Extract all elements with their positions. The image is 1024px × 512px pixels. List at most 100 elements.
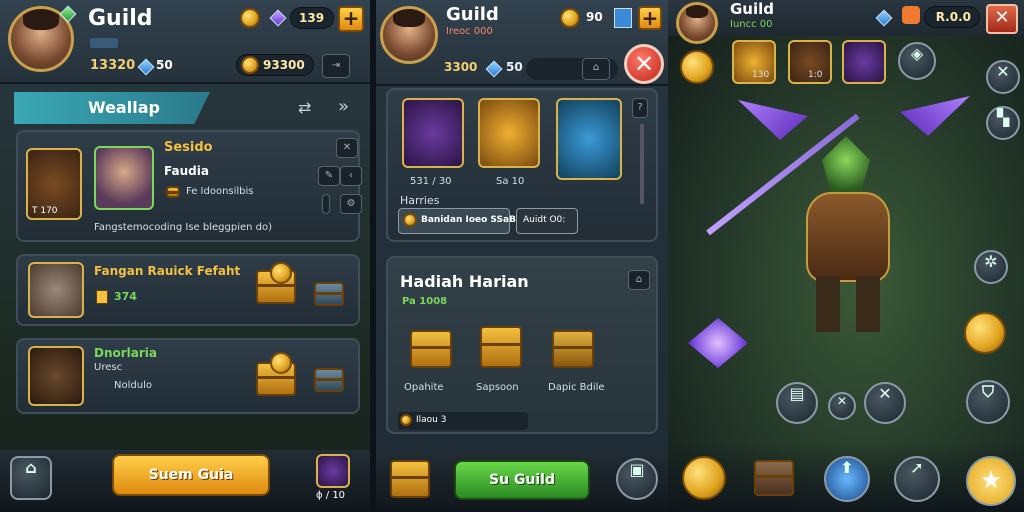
guild-panel-left: Guild 139 + 13320 50 93300 ⇥ Weallap ⇄ »… bbox=[0, 0, 370, 512]
coin-count: 90 bbox=[586, 10, 603, 24]
join-guild-button[interactable]: Su Guild bbox=[454, 460, 590, 500]
blue-chest-icon[interactable] bbox=[314, 368, 344, 392]
upgrade-icon[interactable]: ⬆ bbox=[824, 456, 870, 502]
level-bar bbox=[90, 38, 118, 48]
reward-row-1[interactable]: Fangan Rauick Fefaht 374 bbox=[16, 254, 360, 326]
treasure-chest-icon[interactable] bbox=[390, 460, 430, 498]
scroll-icon[interactable]: ▤ bbox=[776, 382, 818, 424]
bottom-bar: Su Guild ▣ bbox=[376, 450, 668, 512]
chest-icon bbox=[166, 186, 180, 198]
add-currency-button[interactable]: + bbox=[338, 6, 364, 32]
item-chest-icon[interactable] bbox=[28, 262, 84, 318]
portrait-level: T 170 bbox=[32, 206, 58, 216]
guild-panel-center: Guild Ireoc 000 90 + 3300 50 ⌂ ✕ 531 / 3… bbox=[376, 0, 668, 512]
page-title: Guild bbox=[730, 0, 775, 18]
progress-bar: Ilaou 3 bbox=[398, 412, 528, 430]
rune-slot-icon[interactable]: ◈ bbox=[898, 42, 936, 80]
item-slot-2[interactable] bbox=[478, 98, 540, 168]
primary-action-label: Banidan Ioeo SSaB bbox=[421, 215, 516, 225]
crossed-swords-icon[interactable]: ✕ bbox=[864, 382, 906, 424]
gold-coin-icon[interactable] bbox=[964, 312, 1006, 354]
item-slot-3[interactable] bbox=[556, 98, 622, 180]
weapon-item-icon[interactable] bbox=[28, 346, 84, 406]
close-card-icon[interactable]: ✕ bbox=[336, 138, 358, 158]
currency-counter: R.0.0 bbox=[924, 6, 980, 28]
filter-icon[interactable]: ⌂ bbox=[582, 58, 610, 80]
gold-coin-icon[interactable] bbox=[680, 50, 714, 84]
reward-value-2: Noldulo bbox=[114, 380, 152, 391]
item-slot-1[interactable] bbox=[402, 98, 464, 168]
player-avatar[interactable] bbox=[676, 2, 718, 44]
sort-icon[interactable]: ⇄ bbox=[298, 98, 311, 117]
cross-icon[interactable]: ✕ bbox=[828, 392, 856, 420]
hero-leg-left bbox=[816, 276, 840, 332]
hero-leg-right bbox=[856, 276, 880, 332]
gear-icon[interactable]: ✲ bbox=[974, 250, 1008, 284]
gold-coin-button[interactable] bbox=[682, 456, 726, 500]
edit-icon[interactable]: ✎ bbox=[318, 166, 340, 186]
equip-slot-1-label: 130 bbox=[752, 70, 770, 80]
reward-value: 374 bbox=[114, 290, 137, 303]
reward-chest-1[interactable] bbox=[410, 330, 452, 368]
daily-title: Hadiah Harian bbox=[400, 272, 529, 291]
character-portrait-2[interactable] bbox=[94, 146, 154, 210]
chest-button[interactable] bbox=[754, 460, 794, 496]
member-name: Faudia bbox=[164, 164, 209, 178]
items-card: 531 / 30 Sa 10 ? Harries Banidan Ioeo SS… bbox=[386, 88, 658, 242]
reward-title: Fangan Rauick Fefaht bbox=[94, 264, 241, 278]
next-arrow-icon[interactable]: » bbox=[338, 96, 349, 117]
add-currency-button[interactable]: + bbox=[638, 6, 662, 30]
expand-icon[interactable]: ‹ bbox=[340, 166, 362, 186]
secondary-action-button[interactable]: Auidt O0: bbox=[516, 208, 578, 234]
hero-view-panel: Guild Iuncc 00 R.0.0 ✕ 130 1:0 ◈ ✕ ▚ ✲ ▤… bbox=[668, 0, 1024, 512]
reward-chest-3[interactable] bbox=[552, 330, 594, 368]
top-bar: Guild 139 + 13320 50 93300 ⇥ bbox=[0, 0, 370, 84]
item-2-label: Sa 10 bbox=[496, 176, 525, 187]
scroll-bar[interactable] bbox=[640, 124, 644, 204]
power-stat: 13320 bbox=[90, 58, 136, 73]
swords-icon[interactable]: ✕ bbox=[986, 60, 1020, 94]
scroll-indicator[interactable] bbox=[322, 194, 330, 214]
shield-icon[interactable]: ⛉ bbox=[966, 380, 1010, 424]
gem-count: 50 bbox=[156, 58, 173, 72]
top-bar: Guild Ireoc 000 90 + 3300 50 ⌂ ✕ bbox=[376, 0, 668, 86]
gems-counter: 139 bbox=[290, 7, 334, 29]
help-icon[interactable]: ? bbox=[632, 98, 648, 118]
tab-banner[interactable]: Weallap bbox=[14, 92, 210, 124]
card-icon bbox=[614, 8, 632, 28]
reward-3-label: Dapic Bdile bbox=[548, 382, 605, 393]
player-avatar[interactable] bbox=[380, 6, 438, 64]
progress-label: Ilaou 3 bbox=[416, 415, 447, 425]
close-button[interactable]: ✕ bbox=[624, 44, 664, 84]
page-title: Guild bbox=[88, 6, 153, 31]
gift-box-icon[interactable] bbox=[316, 454, 350, 488]
reward-chest-2[interactable] bbox=[480, 326, 522, 368]
guild-hall-icon[interactable]: ⌂ bbox=[10, 456, 52, 500]
hero-armor bbox=[806, 192, 890, 282]
settings-icon[interactable]: ⚙ bbox=[340, 194, 362, 214]
reward-subtitle: Uresc bbox=[94, 362, 123, 373]
gift-icon[interactable]: ▣ bbox=[616, 458, 658, 500]
coin-icon bbox=[270, 352, 292, 374]
hero-wing-right bbox=[900, 96, 970, 136]
hero-character[interactable] bbox=[780, 136, 920, 336]
primary-action-button[interactable]: Banidan Ioeo SSaB bbox=[398, 208, 516, 234]
crystal-icon bbox=[269, 9, 287, 27]
coin-icon bbox=[240, 8, 260, 28]
exit-icon[interactable]: ⇥ bbox=[322, 54, 350, 78]
main-action-button[interactable]: Suem Guia bbox=[112, 454, 270, 496]
reward-title-2: Dnorlaria bbox=[94, 346, 158, 360]
pointer-icon[interactable]: ➚ bbox=[894, 456, 940, 502]
member-card[interactable]: T 170 Sesido Faudia Fe Idoonsilbis ✕ ✎ ‹… bbox=[16, 130, 362, 242]
reward-row-2[interactable]: Dnorlaria Uresc Noldulo bbox=[16, 338, 360, 414]
page-title: Guild bbox=[446, 4, 499, 25]
star-icon[interactable]: ★ bbox=[966, 456, 1016, 506]
spear-glow bbox=[688, 318, 748, 368]
blue-chest-icon[interactable] bbox=[314, 282, 344, 306]
resource-icon bbox=[902, 6, 920, 24]
info-icon[interactable]: ⌂ bbox=[628, 270, 650, 290]
equip-slot-3[interactable] bbox=[842, 40, 886, 84]
map-icon[interactable]: ▚ bbox=[986, 106, 1020, 140]
coin-icon bbox=[400, 414, 412, 426]
close-button[interactable]: ✕ bbox=[986, 4, 1018, 34]
